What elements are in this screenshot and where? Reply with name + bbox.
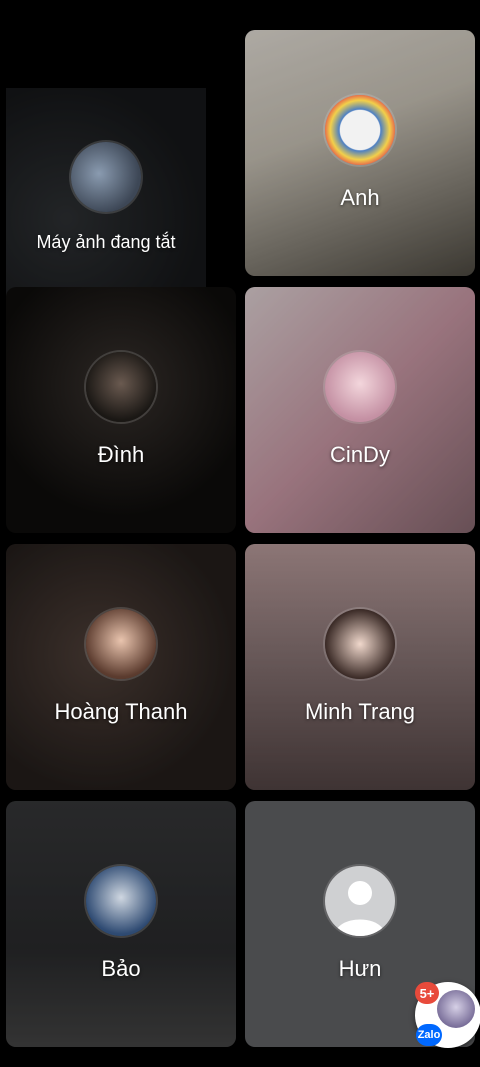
participant-tile-camera-off[interactable]: Máy ảnh đang tắt: [6, 88, 206, 306]
participant-tile-anh[interactable]: Anh: [245, 30, 475, 276]
avatar: [325, 609, 395, 679]
chat-avatar: [437, 990, 475, 1028]
avatar: [86, 866, 156, 936]
participant-tile-hoang-thanh[interactable]: Hoàng Thanh: [6, 544, 236, 790]
participant-name: Đình: [97, 442, 145, 467]
avatar: [325, 352, 395, 422]
participant-tile-dinh[interactable]: Đình: [6, 287, 236, 533]
participant-name: Máy ảnh đang tắt: [36, 231, 176, 252]
participant-tile-cindy[interactable]: CinDy: [245, 287, 475, 533]
participant-name: Hoàng Thanh: [54, 699, 188, 724]
unread-badge: 5+: [415, 982, 439, 1004]
participant-name: CinDy: [330, 442, 390, 467]
user-silhouette-icon: [335, 881, 385, 936]
floating-chat-bubble[interactable]: 5+ Zalo: [415, 982, 480, 1048]
participant-tile-minh-trang[interactable]: Minh Trang: [245, 544, 475, 790]
avatar: [325, 95, 395, 165]
participant-tile-bao[interactable]: Bảo: [6, 801, 236, 1047]
participant-name: Minh Trang: [304, 699, 416, 724]
avatar: [71, 141, 141, 212]
zalo-label: Zalo: [416, 1024, 442, 1046]
participant-name: Anh: [340, 185, 380, 210]
avatar: [86, 352, 156, 422]
participant-name: Hưn: [338, 956, 382, 981]
avatar: [86, 609, 156, 679]
participant-name: Bảo: [101, 956, 141, 981]
default-user-icon: [325, 866, 395, 936]
